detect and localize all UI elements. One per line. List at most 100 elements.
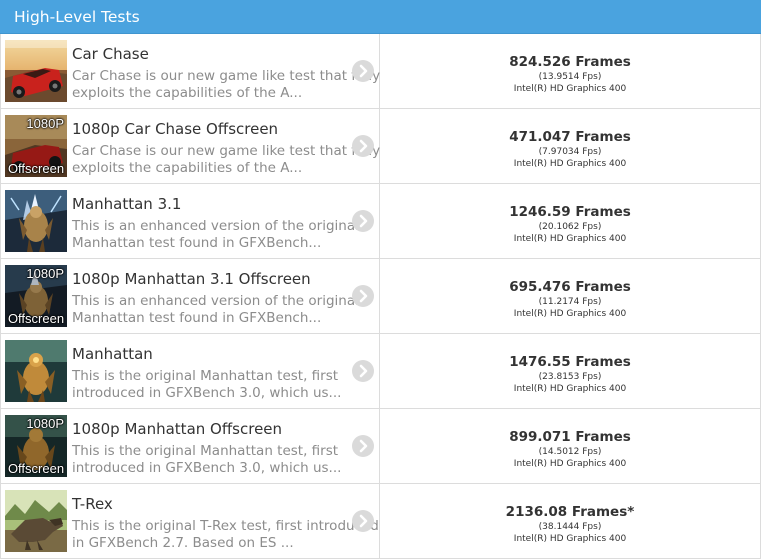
chevron-right-icon [359, 514, 368, 528]
manhattan-31-offscreen-thumbnail: 1080P Offscreen [5, 265, 67, 327]
chevron-right-icon [359, 289, 368, 303]
open-details-button[interactable] [352, 360, 374, 382]
fps-value: (13.9514 Fps) [538, 72, 602, 82]
test-description: This is an enhanced version of the origi… [72, 293, 359, 327]
description-line: introduced in GFXBench 3.0, which us... [72, 460, 342, 476]
test-info[interactable]: T-Rex This is the original T-Rex test, f… [1, 484, 380, 558]
chevron-right-icon [359, 439, 368, 453]
fps-value: (20.1062 Fps) [538, 222, 602, 232]
test-row-manhattan-31-offscreen[interactable]: 1080P Offscreen 1080p Manhattan 3.1 Offs… [0, 259, 761, 334]
section-header: High-Level Tests [0, 0, 761, 34]
test-name[interactable]: 1080p Manhattan 3.1 Offscreen [72, 270, 311, 288]
offscreen-badge: Offscreen [7, 161, 65, 176]
fps-value: (23.8153 Fps) [538, 372, 602, 382]
description-line: This is an enhanced version of the origi… [72, 293, 359, 309]
test-info[interactable]: 1080P Offscreen 1080p Manhattan 3.1 Offs… [1, 259, 380, 333]
open-details-button[interactable] [352, 60, 374, 82]
device-name: Intel(R) HD Graphics 400 [513, 84, 627, 94]
test-row-t-rex[interactable]: T-Rex This is the original T-Rex test, f… [0, 484, 761, 559]
chevron-right-icon [359, 364, 368, 378]
test-info[interactable]: Manhattan This is the original Manhattan… [1, 334, 380, 408]
test-description: Car Chase is our new game like test that… [72, 68, 381, 102]
score-value: 899.071 Frames [509, 429, 631, 445]
fps-value: (11.2174 Fps) [538, 297, 602, 307]
fps-value: (38.1444 Fps) [538, 522, 602, 532]
chevron-right-icon [359, 139, 368, 153]
description-line: This is the original Manhattan test, fir… [72, 443, 339, 459]
test-description: This is the original T-Rex test, first i… [72, 518, 379, 552]
device-name: Intel(R) HD Graphics 400 [513, 309, 627, 319]
score-value: 1246.59 Frames [509, 204, 631, 220]
test-result: 695.476 Frames (11.2174 Fps) Intel(R) HD… [380, 259, 760, 333]
test-description: This is the original Manhattan test, fir… [72, 368, 352, 402]
test-name[interactable]: Manhattan 3.1 [72, 195, 181, 213]
device-name: Intel(R) HD Graphics 400 [513, 234, 627, 244]
description-line: This is an enhanced version of the origi… [72, 218, 359, 234]
score-value: 471.047 Frames [509, 129, 631, 145]
device-name: Intel(R) HD Graphics 400 [513, 159, 627, 169]
description-line: This is the original Manhattan test, fir… [72, 368, 339, 384]
resolution-badge: 1080P [26, 266, 64, 281]
test-name[interactable]: Car Chase [72, 45, 149, 63]
high-level-tests-panel: High-Level Tests Car Chase Car Chase is … [0, 0, 761, 559]
test-result: 1476.55 Frames (23.8153 Fps) Intel(R) HD… [380, 334, 760, 408]
offscreen-badge: Offscreen [7, 311, 65, 326]
chevron-right-icon [359, 214, 368, 228]
test-description: This is the original Manhattan test, fir… [72, 443, 352, 477]
test-result: 2136.08 Frames* (38.1444 Fps) Intel(R) H… [380, 484, 760, 558]
score-value: 2136.08 Frames* [505, 504, 635, 520]
test-description: Car Chase is our new game like test that… [72, 143, 381, 177]
resolution-badge: 1080P [26, 416, 64, 431]
score-value: 824.526 Frames [509, 54, 631, 70]
test-row-manhattan-31[interactable]: Manhattan 3.1 This is an enhanced versio… [0, 184, 761, 259]
manhattan-thumbnail [5, 340, 67, 402]
test-description: This is an enhanced version of the origi… [72, 218, 359, 252]
score-value: 695.476 Frames [509, 279, 631, 295]
car-chase-thumbnail [5, 40, 67, 102]
test-info[interactable]: Manhattan 3.1 This is an enhanced versio… [1, 184, 380, 258]
score-value: 1476.55 Frames [509, 354, 631, 370]
manhattan-offscreen-thumbnail: 1080P Offscreen [5, 415, 67, 477]
t-rex-thumbnail [5, 490, 67, 552]
device-name: Intel(R) HD Graphics 400 [513, 534, 627, 544]
section-title: High-Level Tests [14, 8, 140, 26]
description-line: exploits the capabilities of the A... [72, 85, 303, 101]
fps-value: (7.97034 Fps) [538, 147, 602, 157]
resolution-badge: 1080P [26, 116, 64, 131]
open-details-button[interactable] [352, 435, 374, 457]
open-details-button[interactable] [352, 510, 374, 532]
test-name[interactable]: Manhattan [72, 345, 153, 363]
test-row-manhattan-offscreen[interactable]: 1080P Offscreen 1080p Manhattan Offscree… [0, 409, 761, 484]
test-row-car-chase-offscreen[interactable]: 1080P Offscreen 1080p Car Chase Offscree… [0, 109, 761, 184]
device-name: Intel(R) HD Graphics 400 [513, 384, 627, 394]
description-line: exploits the capabilities of the A... [72, 160, 303, 176]
open-details-button[interactable] [352, 210, 374, 232]
test-info[interactable]: 1080P Offscreen 1080p Manhattan Offscree… [1, 409, 380, 483]
test-info[interactable]: Car Chase Car Chase is our new game like… [1, 34, 380, 108]
test-info[interactable]: 1080P Offscreen 1080p Car Chase Offscree… [1, 109, 380, 183]
description-line: Car Chase is our new game like test that… [72, 143, 381, 159]
test-name[interactable]: 1080p Car Chase Offscreen [72, 120, 278, 138]
test-name[interactable]: T-Rex [72, 495, 113, 513]
test-row-manhattan[interactable]: Manhattan This is the original Manhattan… [0, 334, 761, 409]
manhattan-31-thumbnail [5, 190, 67, 252]
test-result: 824.526 Frames (13.9514 Fps) Intel(R) HD… [380, 34, 760, 108]
description-line: Manhattan test found in GFXBench... [72, 310, 322, 326]
description-line: Car Chase is our new game like test that… [72, 68, 381, 84]
description-line: in GFXBench 2.7. Based on ES ... [72, 535, 294, 551]
description-line: This is the original T-Rex test, first i… [72, 518, 379, 534]
test-row-car-chase[interactable]: Car Chase Car Chase is our new game like… [0, 34, 761, 109]
test-result: 1246.59 Frames (20.1062 Fps) Intel(R) HD… [380, 184, 760, 258]
description-line: Manhattan test found in GFXBench... [72, 235, 322, 251]
device-name: Intel(R) HD Graphics 400 [513, 459, 627, 469]
test-result: 471.047 Frames (7.97034 Fps) Intel(R) HD… [380, 109, 760, 183]
fps-value: (14.5012 Fps) [538, 447, 602, 457]
car-chase-offscreen-thumbnail: 1080P Offscreen [5, 115, 67, 177]
test-name[interactable]: 1080p Manhattan Offscreen [72, 420, 282, 438]
offscreen-badge: Offscreen [7, 461, 65, 476]
test-result: 899.071 Frames (14.5012 Fps) Intel(R) HD… [380, 409, 760, 483]
description-line: introduced in GFXBench 3.0, which us... [72, 385, 342, 401]
open-details-button[interactable] [352, 285, 374, 307]
chevron-right-icon [359, 64, 368, 78]
open-details-button[interactable] [352, 135, 374, 157]
